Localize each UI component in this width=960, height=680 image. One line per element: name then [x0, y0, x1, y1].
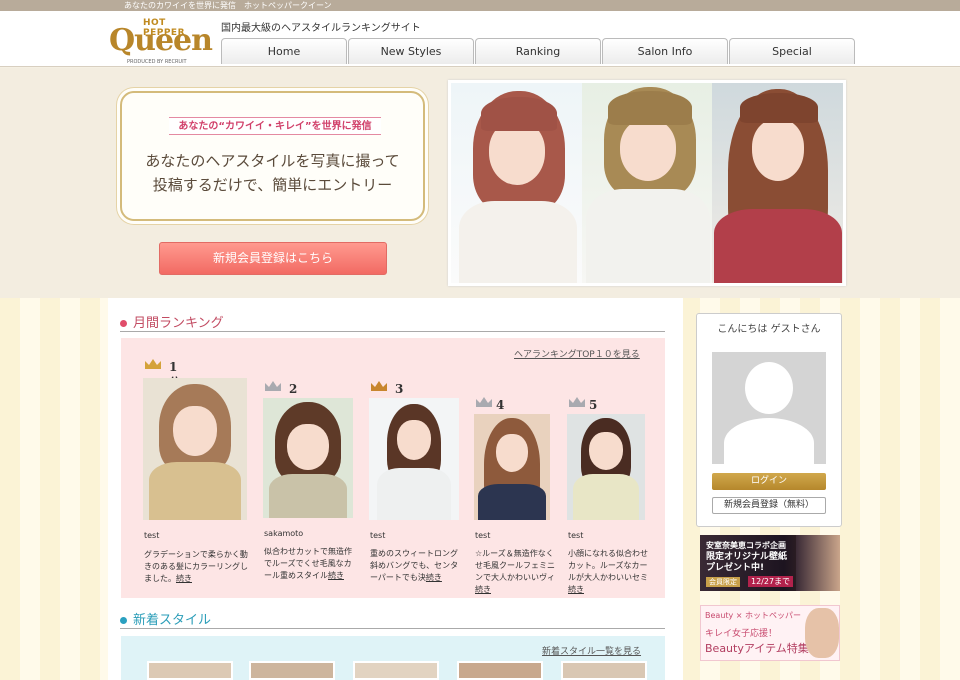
site-logo[interactable]: HOT PEPPER Queen PRODUCED BY RECRUIT — [109, 17, 213, 65]
gold-crown-icon — [145, 359, 161, 369]
ranking-desc: 似合わせカットで無造作でルーズでくせ毛風なカール重めスタイル続き — [264, 547, 352, 580]
site-tagline: 国内最大級のヘアスタイルランキングサイト — [221, 23, 421, 34]
logo-main-text: Queen — [109, 23, 213, 58]
new-style-photo[interactable] — [353, 661, 439, 680]
ranking-photo[interactable] — [143, 378, 247, 520]
heading-dot-icon — [120, 617, 127, 624]
new-style-photo[interactable] — [147, 661, 233, 680]
ranking-user: test — [568, 531, 584, 540]
greeting-text: こんにちは ゲストさん — [717, 324, 821, 335]
new-style-photo[interactable] — [457, 661, 543, 680]
silver-crown-icon — [476, 397, 492, 407]
tab-home[interactable]: Home — [221, 38, 347, 64]
tab-ranking[interactable]: Ranking — [475, 38, 601, 64]
hero-ribbon: あなたの“カワイイ・キレイ”を世界に発信 — [169, 117, 381, 135]
main-nav: Home New Styles Ranking Salon Info Speci… — [221, 38, 855, 64]
ranking-photo[interactable] — [567, 414, 645, 520]
banner-subtitle: キレイ女子応援！ — [705, 629, 778, 639]
collab-banner[interactable]: 安室奈美恵コラボ企画 限定オリジナル壁紙 プレゼント中! 会員限定 12/27まで — [700, 535, 840, 591]
hero-photo-2 — [581, 83, 713, 283]
read-more-link[interactable]: 続き — [426, 573, 442, 582]
ranking-top10-link[interactable]: ヘアランキングTOP１０を見る — [514, 347, 640, 360]
banner-photo — [796, 535, 840, 591]
hero-line-1: あなたのヘアスタイルを写真に撮って — [145, 152, 400, 170]
heading-divider — [120, 331, 665, 332]
ranking-photo[interactable] — [369, 398, 459, 520]
silver-crown-icon — [265, 381, 281, 391]
read-more-link[interactable]: 続き — [176, 574, 192, 583]
ranking-photo[interactable] — [263, 398, 353, 518]
banner-title: 安室奈美恵コラボ企画 — [706, 541, 786, 550]
free-register-button[interactable]: 新規会員登録（無料） — [712, 497, 826, 514]
ranking-desc: グラデーションで柔らかく動きのある髪にカラーリングしました。続き — [144, 550, 248, 583]
new-styles-title: 新着スタイル — [133, 613, 212, 628]
heading-divider — [120, 628, 665, 629]
ranking-user: test — [370, 531, 386, 540]
banner-date: 12/27まで — [748, 576, 794, 587]
logo-by-text: PRODUCED BY RECRUIT — [127, 59, 187, 65]
ranking-photo[interactable] — [474, 414, 550, 520]
read-more-link[interactable]: 続き — [475, 585, 491, 594]
banner-tag: 会員限定 — [706, 577, 740, 587]
beauty-banner[interactable]: Beauty × ホットペッパー キレイ女子応援！ Beautyアイテム特集 — [700, 605, 840, 661]
bronze-crown-icon — [371, 381, 387, 391]
banner-photo — [805, 608, 839, 658]
new-styles-heading: 新着スタイル — [120, 609, 211, 628]
login-button[interactable]: ログイン — [712, 473, 826, 490]
banner-title: Beauty × ホットペッパー — [705, 611, 802, 620]
hero-line-2: 投稿するだけで、簡単にエントリー — [152, 176, 393, 194]
hero-message: あなたのヘアスタイルを写真に撮って 投稿するだけで、簡単にエントリー — [122, 149, 423, 197]
site-header: HOT PEPPER Queen PRODUCED BY RECRUIT 国内最… — [0, 11, 960, 67]
avatar-head-icon — [745, 362, 793, 414]
top-strip: あなたのカワイイを世界に発信 ホットペッパークイーン — [0, 0, 960, 11]
monthly-ranking-title: 月間ランキング — [133, 316, 224, 331]
hero-register-button[interactable]: 新規会員登録はこちら — [159, 242, 387, 275]
ranking-user: test — [144, 531, 160, 540]
read-more-link[interactable]: 続き — [328, 571, 344, 580]
hero-photo-3 — [712, 83, 844, 283]
ranking-desc: 小顔になれる似合わせカット。ルーズなカールが大人かわいいセミ続き — [568, 549, 648, 594]
hero-photo-1 — [451, 83, 582, 283]
hero-photos — [448, 80, 846, 286]
ranking-user: sakamoto — [264, 529, 304, 538]
tab-new-styles[interactable]: New Styles — [348, 38, 474, 64]
new-style-photo[interactable] — [561, 661, 647, 680]
heading-dot-icon — [120, 320, 127, 327]
monthly-ranking-heading: 月間ランキング — [120, 312, 224, 331]
banner-subtitle: 限定オリジナル壁紙 プレゼント中! — [706, 552, 788, 573]
avatar — [712, 352, 826, 468]
read-more-link[interactable]: 続き — [568, 585, 584, 594]
ranking-user: test — [475, 531, 491, 540]
ranking-desc: 重めのスウィートロング斜めバングでも、センターパートでも決続き — [370, 549, 459, 582]
silver-crown-icon — [569, 397, 585, 407]
tab-salon-info[interactable]: Salon Info — [602, 38, 728, 64]
tab-special[interactable]: Special — [729, 38, 855, 64]
ranking-desc: ☆ルーズ＆無造作なくせ毛風クールフェミニンで大人かわいいヴィ続き — [475, 549, 555, 594]
hero-message-frame: あなたの“カワイイ・キレイ”を世界に発信 あなたのヘアスタイルを写真に撮って 投… — [120, 91, 425, 221]
banner-headline: Beautyアイテム特集 — [705, 642, 809, 655]
avatar-body-icon — [724, 418, 814, 468]
new-styles-box — [121, 636, 665, 680]
user-panel: こんにちは ゲストさん ログイン 新規会員登録（無料） — [696, 313, 842, 527]
new-styles-list-link[interactable]: 新着スタイル一覧を見る — [542, 644, 641, 657]
new-style-photo[interactable] — [249, 661, 335, 680]
